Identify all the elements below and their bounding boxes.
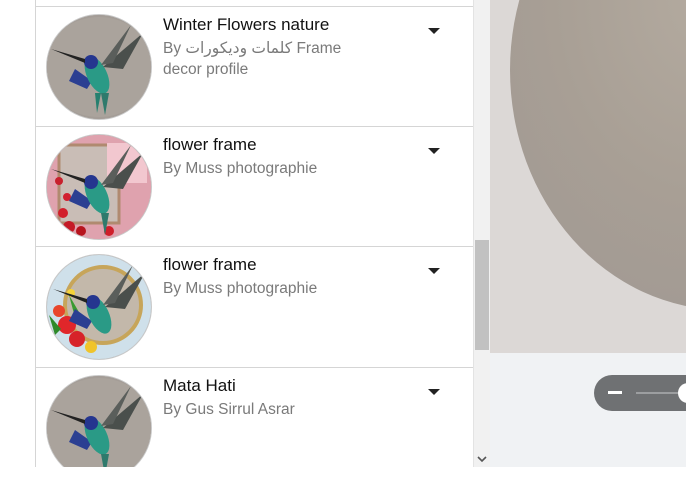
frame-title[interactable]: Winter Flowers nature bbox=[163, 15, 329, 35]
frame-thumbnail[interactable] bbox=[46, 375, 152, 467]
frame-thumbnail[interactable] bbox=[46, 14, 152, 120]
frame-title[interactable]: flower frame bbox=[163, 255, 257, 275]
preview-controls bbox=[490, 353, 686, 467]
frame-thumbnail[interactable] bbox=[46, 254, 152, 360]
minus-icon[interactable] bbox=[608, 391, 622, 394]
list-scrollbar[interactable] bbox=[473, 0, 490, 467]
zoom-control bbox=[594, 375, 686, 411]
frame-item[interactable]: Mata Hati By Gus Sirrul Asrar bbox=[36, 367, 473, 467]
preview-photo bbox=[510, 0, 686, 310]
scrollbar-thumb[interactable] bbox=[475, 240, 489, 350]
frame-list: Winter Flowers nature By كلمات وديكورات … bbox=[35, 0, 473, 467]
chevron-down-icon[interactable] bbox=[476, 452, 488, 464]
frame-item[interactable]: flower frame By Muss photographie bbox=[36, 126, 473, 247]
frame-author: By Muss photographie bbox=[163, 160, 318, 177]
caret-down-icon[interactable] bbox=[426, 263, 442, 279]
frame-author: By Muss photographie bbox=[163, 280, 318, 297]
frame-preview bbox=[490, 0, 686, 353]
frame-item[interactable]: flower frame By Muss photographie bbox=[36, 246, 473, 367]
frame-title[interactable]: flower frame bbox=[163, 135, 257, 155]
caret-down-icon[interactable] bbox=[426, 143, 442, 159]
frame-author: By كلمات وديكورات Frame decor profile bbox=[163, 40, 342, 78]
frame-title[interactable]: Mata Hati bbox=[163, 376, 236, 396]
frame-thumbnail[interactable] bbox=[46, 134, 152, 240]
bottom-strip bbox=[0, 467, 686, 481]
frame-author: By Gus Sirrul Asrar bbox=[163, 401, 295, 418]
frame-item[interactable]: Winter Flowers nature By كلمات وديكورات … bbox=[36, 6, 473, 127]
zoom-slider-handle[interactable] bbox=[678, 383, 686, 403]
caret-down-icon[interactable] bbox=[426, 384, 442, 400]
caret-down-icon[interactable] bbox=[426, 23, 442, 39]
